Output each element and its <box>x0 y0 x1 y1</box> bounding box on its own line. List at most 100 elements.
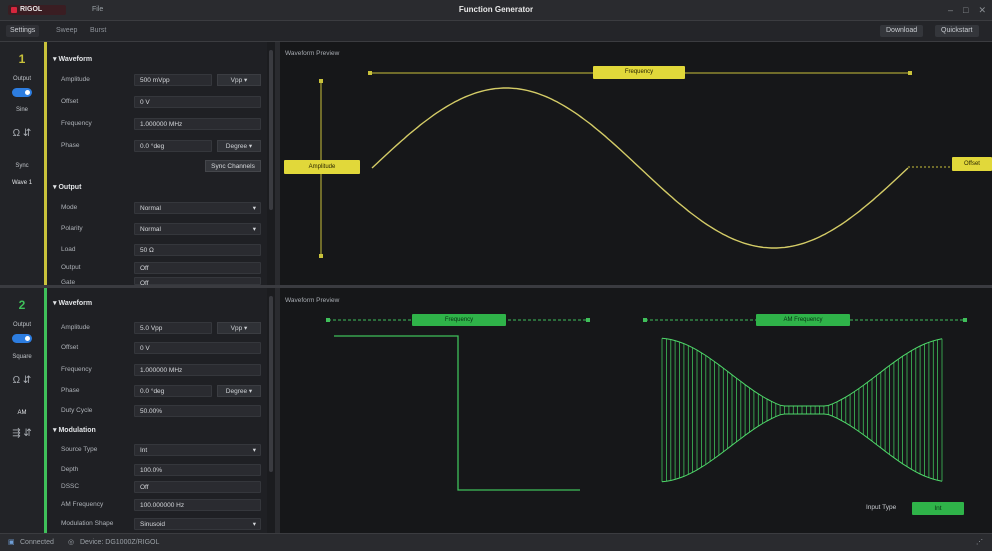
ch1-phase-label: Phase <box>61 142 80 149</box>
close-icon[interactable]: ✕ <box>978 4 986 16</box>
ch2-depth-field[interactable]: 100.0% <box>134 464 261 476</box>
ohm-icon[interactable]: Ω ⇵ <box>0 128 44 139</box>
ch1-frequency-tag[interactable]: Frequency <box>593 66 685 79</box>
ch1-amplitude-label: Amplitude <box>61 76 90 83</box>
ch1-amplitude-tag[interactable]: Amplitude <box>284 160 360 174</box>
ch2-am-frequency-field[interactable]: 100.000000 Hz <box>134 499 261 511</box>
ch2-frequency-label: Frequency <box>61 366 92 373</box>
ch1-phase-unit[interactable]: Degree ▾ <box>217 140 261 152</box>
ch1-offset-field[interactable]: 0 V <box>134 96 261 108</box>
ch1-frequency-marker-start[interactable] <box>368 71 372 75</box>
ch1-waveform-section[interactable]: ▾ Waveform <box>53 55 92 63</box>
ch2-phase-unit[interactable]: Degree ▾ <box>217 385 261 397</box>
ch1-polarity-label: Polarity <box>61 225 83 232</box>
download-button[interactable]: Download <box>880 25 924 37</box>
ch2-am-frequency-tag[interactable]: AM Frequency <box>756 314 850 326</box>
ch1-amplitude-field[interactable]: 500 mVpp <box>134 74 212 86</box>
ch2-duty-label: Duty Cycle <box>61 407 93 414</box>
ch2-wave-label[interactable]: AM <box>0 410 44 416</box>
ch1-phase-unit-text: Degree <box>225 143 248 150</box>
ch2-source-type-value: Int <box>140 447 148 454</box>
ch2-output-label: Output <box>12 322 31 328</box>
modulation-icon[interactable]: ⇶ ⇵ <box>0 428 44 439</box>
ch2-waveform-section[interactable]: ▾ Waveform <box>53 299 92 307</box>
ch1-amplitude-unit[interactable]: Vpp ▾ <box>217 74 261 86</box>
ch1-offset-tag[interactable]: Offset <box>952 157 992 171</box>
ch2-frequency-tag[interactable]: Frequency <box>412 314 506 326</box>
ch2-amplitude-label: Amplitude <box>61 324 90 331</box>
ch2-am-marker-end[interactable] <box>963 318 967 322</box>
sync-channels-button[interactable]: Sync Channels <box>205 160 261 172</box>
ch2-dssc-field[interactable]: Off <box>134 481 261 493</box>
ch1-output-field[interactable]: Off <box>134 262 261 274</box>
ch1-output-toggle[interactable] <box>12 88 32 97</box>
ch2-output-toggle[interactable] <box>12 334 32 343</box>
status-bar: ▣ Connected ◎ Device: DG1000Z/RIGOL ⋰ <box>0 533 992 551</box>
ch1-settings-panel: ▾ Waveform Amplitude 500 mVpp Vpp ▾ Offs… <box>47 42 267 287</box>
ch2-am-marker-start[interactable] <box>643 318 647 322</box>
toolbar: Settings Sweep Burst Download Quickstart <box>0 21 992 42</box>
ch2-amplitude-unit[interactable]: Vpp ▾ <box>217 322 261 334</box>
ch1-wave-label[interactable]: Wave 1 <box>0 180 44 186</box>
connection-icon: ▣ <box>8 539 15 546</box>
minimize-icon[interactable]: – <box>948 4 953 16</box>
am-envelope-bottom <box>661 413 943 483</box>
title-bar: RIGOL File Function Generator – □ ✕ <box>0 0 992 21</box>
ch1-mode-label: Sine <box>15 107 28 113</box>
ch2-duty-field[interactable]: 50.00% <box>134 405 261 417</box>
ch2-am-frequency-label: AM Frequency <box>61 501 104 508</box>
ch2-square-waveform <box>334 335 580 491</box>
ch1-frequency-field[interactable]: 1.000000 MHz <box>134 118 261 130</box>
ch1-offset-label: Offset <box>61 98 79 105</box>
ch1-frequency-marker-end[interactable] <box>908 71 912 75</box>
quickstart-button[interactable]: Quickstart <box>935 25 979 37</box>
resize-grip-icon[interactable]: ⋰ <box>976 537 983 548</box>
input-type-button[interactable]: Int <box>912 502 964 515</box>
ch2-am-waveform <box>661 337 943 483</box>
ch1-amplitude-unit-text: Vpp <box>230 77 243 84</box>
chevron-down-icon: ▾ <box>252 205 256 212</box>
ch1-amplitude-marker-bottom[interactable] <box>319 254 323 258</box>
ch2-frequency-field[interactable]: 1.000000 MHz <box>134 364 261 376</box>
ch1-gate-field[interactable]: Off <box>134 277 261 287</box>
maximize-icon[interactable]: □ <box>963 4 968 16</box>
ch1-mode-row-label: Mode <box>61 204 78 211</box>
ch1-output-section[interactable]: ▾ Output <box>53 183 81 191</box>
ch2-settings-panel: ▾ Waveform Amplitude 5.0 Vpp Vpp ▾ Offse… <box>47 288 267 533</box>
ch1-number[interactable]: 1 <box>0 52 44 66</box>
tab-burst[interactable]: Burst <box>86 25 110 37</box>
ch1-phase-field[interactable]: 0.0 °deg <box>134 140 212 152</box>
ch2-plot-area: Waveform Preview Frequency AM Frequency … <box>280 288 992 533</box>
ch2-phase-unit-text: Degree <box>225 388 248 395</box>
ch2-amplitude-field[interactable]: 5.0 Vpp <box>134 322 212 334</box>
ch2-depth-label: Depth <box>61 466 79 473</box>
ch1-waveform-section-title: Waveform <box>58 56 93 63</box>
ch2-source-type-select[interactable]: Int ▾ <box>134 444 261 456</box>
ch2-mode-label: Square <box>12 354 32 360</box>
ch1-polarity-select[interactable]: Normal ▾ <box>134 223 261 235</box>
ch1-sine-waveform <box>371 87 909 249</box>
ch2-number[interactable]: 2 <box>0 298 44 312</box>
ch1-panel-scrollbar[interactable] <box>269 50 273 210</box>
ch2-panel-scrollbar[interactable] <box>269 296 273 472</box>
ch1-mode-select[interactable]: Normal ▾ <box>134 202 261 214</box>
ch2-source-type-label: Source Type <box>61 446 98 453</box>
tab-sweep[interactable]: Sweep <box>52 25 81 37</box>
ch2-frequency-marker-start[interactable] <box>326 318 330 322</box>
tab-settings[interactable]: Settings <box>6 25 40 37</box>
ch1-load-field[interactable]: 50 Ω <box>134 244 261 256</box>
ch1-frequency-label: Frequency <box>61 120 92 127</box>
connection-status: Connected <box>20 539 54 546</box>
ch2-mod-shape-select[interactable]: Sinusoid ▾ <box>134 518 261 530</box>
ch2-modulation-section[interactable]: ▾ Modulation <box>53 426 96 434</box>
ohm-icon[interactable]: Ω ⇵ <box>0 375 44 386</box>
ch1-amplitude-marker-top[interactable] <box>319 79 323 83</box>
input-type-label: Input Type <box>866 504 897 511</box>
window-title: Function Generator <box>458 5 534 14</box>
chevron-down-icon: ▾ <box>252 226 256 233</box>
ch2-offset-field[interactable]: 0 V <box>134 342 261 354</box>
ch1-sync-label: Sync <box>15 163 29 169</box>
ch2-phase-field[interactable]: 0.0 °deg <box>134 385 212 397</box>
ch2-frequency-marker-end[interactable] <box>586 318 590 322</box>
ch2-modulation-section-title: Modulation <box>58 427 96 434</box>
